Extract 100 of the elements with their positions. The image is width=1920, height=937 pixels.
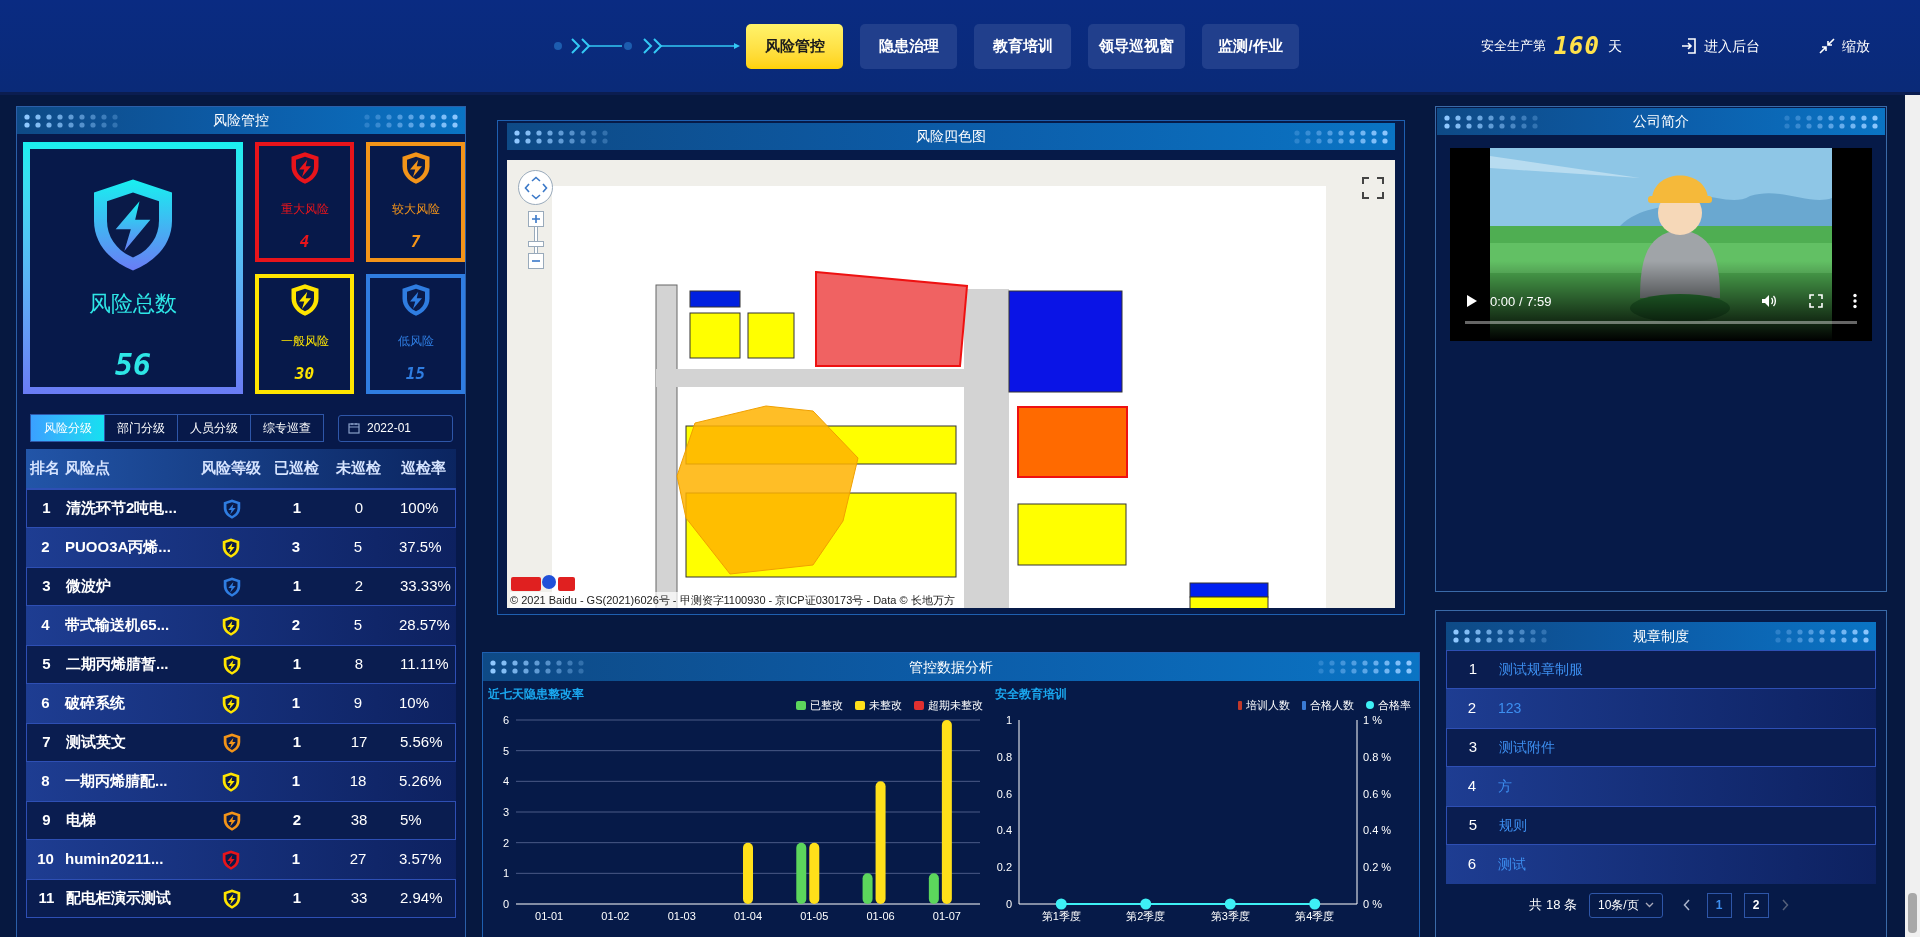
table-cell-text: 0 [353, 498, 365, 519]
rule-title: 规则 [1499, 816, 1527, 835]
nav-tab[interactable]: 隐患治理 [860, 23, 957, 69]
header-action-link[interactable]: 缩放 [1818, 35, 1870, 57]
table-row[interactable]: 10 humin20211... 1 27 3.57% [26, 840, 456, 879]
page-button[interactable]: 1 [1706, 892, 1732, 918]
shrink-icon [1818, 37, 1836, 55]
table-row[interactable]: 9 电梯 2 38 5% [26, 801, 456, 840]
rule-row[interactable]: 3 测试附件 [1446, 728, 1876, 767]
play-icon [1466, 294, 1478, 309]
table-row[interactable]: 2 PUOO3A丙烯... 3 5 37.5% [26, 528, 456, 567]
table-row[interactable]: 4 带式输送机65... 2 5 28.57% [26, 606, 456, 645]
risk-point-cell-text: PUOO3A丙烯... [65, 537, 172, 558]
bar [796, 842, 807, 904]
panel-title: 管控数据分析 [909, 657, 993, 677]
safety-days-unit: 天 [1608, 36, 1622, 56]
table-cell-text: 17 [349, 732, 369, 753]
rule-row[interactable]: 6 测试 [1446, 845, 1876, 884]
axis-tick-label: 01-05 [800, 909, 829, 922]
axis-tick-label: 01-07 [932, 909, 961, 922]
table-row[interactable]: 8 一期丙烯腈配... 1 18 5.26% [26, 762, 456, 801]
table-cell-text: 10% [398, 693, 431, 714]
rule-index: 4 [1466, 776, 1478, 797]
risk-level-label: 较大风险 [391, 201, 440, 218]
safety-days-label: 安全生产第 [1480, 37, 1546, 56]
table-cell-text: 2 [353, 576, 365, 597]
rank-cell-text: 8 [40, 771, 51, 792]
column-header: 巡检率 [399, 458, 447, 479]
nav-tab[interactable]: 教育培训 [974, 23, 1071, 69]
video-player[interactable]: 0:00 / 7:59 [1450, 148, 1872, 341]
video-progress-track[interactable] [1465, 321, 1857, 324]
column-header: 风险等级 [199, 458, 262, 479]
axis-tick-label: 第2季度 [1126, 909, 1166, 922]
zoom-out-button[interactable] [528, 253, 544, 269]
table-cell-text: 5 [352, 537, 364, 558]
table-row[interactable]: 7 测试英文 1 17 5.56% [26, 723, 456, 762]
table-cell-text: 1 [291, 498, 303, 519]
zoom-in-button[interactable] [528, 211, 544, 227]
risk-level-count: 15 [405, 363, 426, 385]
axis-tick-label: 0.2 % [1363, 860, 1392, 873]
axis-tick-label: 2 [502, 836, 509, 849]
axis-tick-label: 1 [502, 866, 509, 879]
table-row[interactable]: 6 破碎系统 1 9 10% [26, 684, 456, 723]
table-row[interactable]: 11 配电柜演示测试 1 33 2.94% [26, 879, 456, 918]
page-button[interactable]: 2 [1743, 892, 1769, 918]
rule-row[interactable]: 5 规则 [1446, 806, 1876, 845]
nav-tab[interactable]: 领导巡视窗 [1088, 23, 1185, 69]
rule-row[interactable]: 2 123 [1446, 689, 1876, 728]
rule-row[interactable]: 4 方 [1446, 767, 1876, 806]
rule-title: 测试附件 [1499, 738, 1555, 757]
table-row[interactable]: 3 微波炉 1 2 33.33% [26, 567, 456, 606]
scrollbar-thumb[interactable] [1908, 893, 1917, 933]
zoom-slider-handle[interactable] [528, 241, 544, 247]
axis-tick-label: 1 % [1363, 713, 1382, 726]
fullscreen-button[interactable] [1362, 177, 1384, 199]
plus-icon [531, 214, 541, 224]
rank-cell-text: 11 [37, 888, 56, 909]
axis-tick-label: 1 [1005, 713, 1012, 726]
table-cell-text: 8 [353, 654, 365, 675]
more-vertical-icon [1852, 293, 1858, 310]
table-cell-text: 5 [352, 615, 364, 636]
risk-point-cell-text: 带式输送机65... [65, 615, 171, 636]
table-cell-text: 5.56% [399, 732, 444, 753]
table-cell-text: 3 [290, 537, 302, 558]
table-cell-text: 2 [290, 615, 302, 636]
table-cell-text: 1 [290, 693, 302, 714]
table-cell-text: 3.57% [398, 849, 443, 870]
map-copyright: © 2021 Baidu - GS(2021)6026号 - 甲测资字1100930 - 京ICP证030173号 - Data © 长地万方 [510, 592, 955, 608]
panel-title: 风险管控 [213, 111, 269, 130]
nav-tab[interactable]: 监测/作业 [1202, 23, 1299, 69]
scrollbar[interactable] [1905, 95, 1920, 937]
panel-title: 风险四色图 [916, 127, 986, 146]
table-cell-text: 33 [349, 888, 369, 909]
axis-tick-label: 01-06 [866, 909, 895, 922]
column-header: 风险点 [65, 458, 111, 479]
rule-title: 方 [1498, 777, 1512, 796]
table-row[interactable]: 1 清洗环节2吨电... 1 0 100% [26, 489, 456, 528]
rank-cell-text: 3 [41, 576, 52, 597]
risk-level-label: 重大风险 [280, 201, 329, 218]
rule-index: 5 [1467, 815, 1479, 836]
table-cell-text: 2.94% [399, 888, 444, 909]
table-row[interactable]: 5 二期丙烯腈暂... 1 8 11.11% [26, 645, 456, 684]
table-cell-text: 1 [291, 732, 303, 753]
chevron-left-icon [1682, 899, 1691, 911]
risk-point-cell-text: 配电柜演示测试 [66, 888, 172, 909]
data-point [1055, 898, 1067, 909]
rule-title: 测试 [1498, 855, 1526, 874]
axis-tick-label: 0 [1005, 897, 1012, 910]
bar [928, 872, 939, 904]
page-size-select[interactable]: 10条/页 [1589, 892, 1663, 918]
nav-tab[interactable]: 风险管控 [746, 23, 843, 69]
rule-index: 1 [1467, 659, 1479, 680]
date-field[interactable]: 2022-01 [338, 414, 453, 442]
header-action-link[interactable]: 进入后台 [1680, 35, 1760, 57]
risk-point-cell-text: humin20211... [65, 849, 165, 870]
axis-tick-label: 第3季度 [1210, 909, 1250, 922]
table-cell-text: 27 [348, 849, 368, 870]
rule-row[interactable]: 1 测试规章制服 [1446, 650, 1876, 689]
table-cell-text: 5% [399, 810, 423, 831]
fullscreen-icon [1808, 293, 1824, 310]
